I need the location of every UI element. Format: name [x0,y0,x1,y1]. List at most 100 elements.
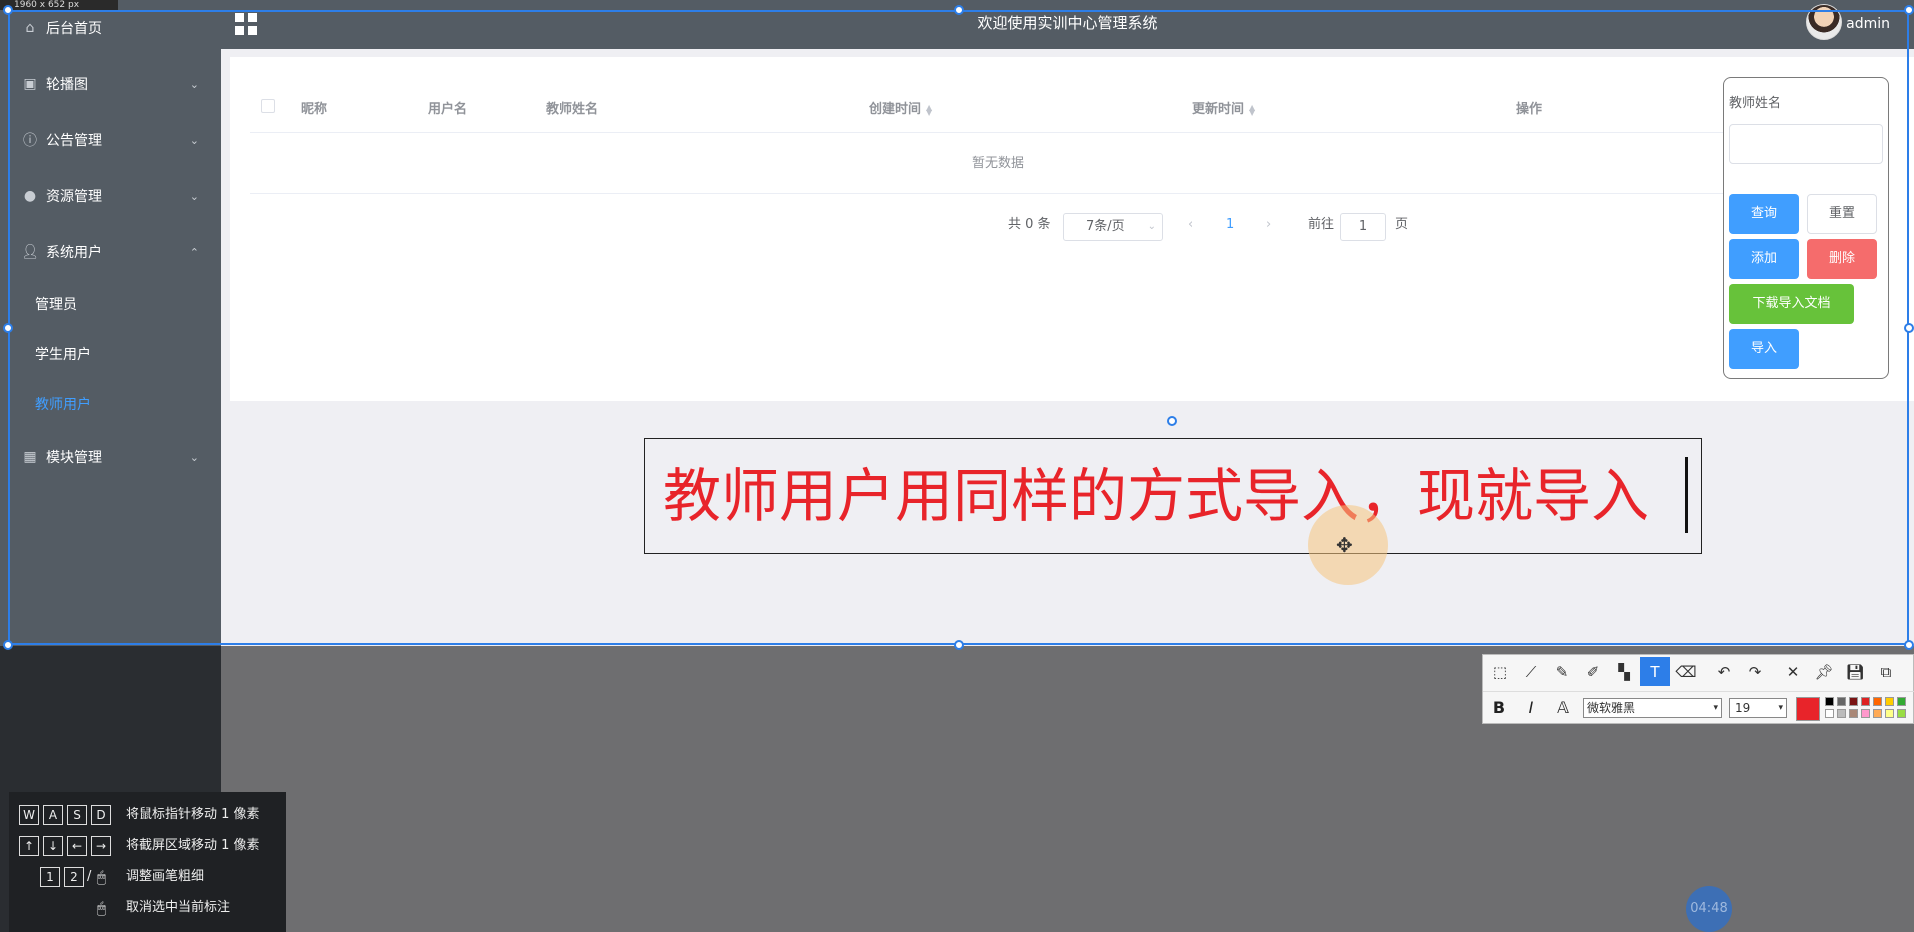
pen-tool-icon[interactable]: ✎ [1547,657,1577,686]
color-swatch[interactable] [1825,709,1834,718]
resize-handle[interactable] [1904,323,1914,333]
resize-handle[interactable] [3,323,13,333]
help-label: 调整画笔粗细 [126,869,205,884]
undo-icon[interactable]: ↶ [1709,657,1739,686]
page-title: 欢迎使用实训中心管理系统 [977,14,1158,32]
rotate-handle[interactable] [1167,416,1177,426]
sidebar-item-label: 后台首页 [46,21,102,37]
import-button[interactable]: 导入 [1729,329,1799,369]
text-annotation-box[interactable]: 教师用户用同样的方式导入，现就导入 [644,438,1702,554]
select-all-checkbox[interactable] [261,99,275,113]
sidebar-item-resource[interactable]: ● 资源管理 ⌄ [0,168,221,224]
image-icon: ▣ [23,76,37,92]
user-icon: 👤︎ [21,244,39,260]
key-cap: 2 [64,867,84,887]
chevron-down-icon: ⌄ [189,78,199,91]
sidebar-item-label: 系统用户 [46,245,102,261]
color-swatch[interactable] [1849,697,1858,706]
query-button[interactable]: 查询 [1729,194,1799,234]
chevron-down-icon: ⌄ [1147,221,1156,232]
highlighter-tool-icon[interactable]: ✐ [1578,657,1608,686]
resize-handle[interactable] [3,640,13,650]
eraser-tool-icon[interactable]: ⌫ [1671,657,1701,686]
page-size-select[interactable]: 7条/页 ⌄ [1063,213,1163,241]
close-icon[interactable]: ✕ [1778,657,1808,686]
page-number[interactable]: 1 [1226,210,1234,240]
text-format-row: B I 𝔸 微软雅黑 ▾ 19 ▾ [1483,691,1914,723]
chevron-down-icon: ⌄ [189,134,199,147]
resize-handle[interactable] [3,5,13,15]
sidebar-subitem-admin[interactable]: 管理员 [0,279,221,329]
download-template-button[interactable]: 下载导入文档 [1729,284,1854,324]
current-color-swatch[interactable] [1796,697,1820,721]
sidebar-subitem-student[interactable]: 学生用户 [0,329,221,379]
color-swatch[interactable] [1885,697,1894,706]
sort-icon[interactable]: ▲ ▼ [1249,103,1255,116]
help-label: 取消选中当前标注 [126,900,231,915]
sidebar-subitem-teacher[interactable]: 教师用户 [0,379,221,429]
resize-handle[interactable] [954,640,964,650]
resize-handle[interactable] [1904,640,1914,650]
color-swatch[interactable] [1873,697,1882,706]
copy-icon[interactable]: ⧉ [1871,657,1901,686]
move-cursor-icon: ✥ [1336,533,1353,557]
pin-icon[interactable]: 📌︎ [1809,657,1839,686]
resize-handle[interactable] [1904,5,1914,15]
resize-handle[interactable] [954,5,964,15]
font-family-select[interactable]: 微软雅黑 ▾ [1583,698,1722,718]
sidebar-item-system-users[interactable]: 👤︎ 系统用户 ⌃ [0,224,221,280]
help-label: 将截屏区域移动 1 像素 [126,838,260,853]
sidebar-item-carousel[interactable]: ▣ 轮播图 ⌄ [0,56,221,112]
mosaic-tool-icon[interactable]: ▚ [1609,657,1639,686]
color-swatch[interactable] [1897,709,1906,718]
recording-timer[interactable]: 04:48 [1686,886,1732,932]
save-icon[interactable]: 💾︎ [1840,657,1870,686]
prev-page-icon[interactable]: ‹ [1188,210,1193,240]
sort-icon[interactable]: ▲ ▼ [926,103,932,116]
sidebar-subitem-label: 教师用户 [35,397,91,413]
next-page-icon[interactable]: › [1266,210,1271,240]
reset-button[interactable]: 重置 [1807,194,1877,234]
color-swatch[interactable] [1873,709,1882,718]
top-header: 欢迎使用实训中心管理系统 admin [221,0,1914,49]
dropdown-arrow-icon: ▾ [1713,703,1718,713]
outline-text-icon[interactable]: 𝔸 [1551,696,1575,720]
color-swatch[interactable] [1861,709,1870,718]
key-cap: W [19,805,39,825]
key-cap: ↑ [19,836,39,856]
key-cap: A [43,805,63,825]
column-header-sortable[interactable]: 创建时间 ▲ ▼ [869,87,932,133]
line-tool-icon[interactable]: ⟋ [1516,657,1546,686]
username[interactable]: admin [1846,0,1890,49]
teacher-name-input[interactable] [1729,124,1883,164]
shape-tool-icon[interactable]: ⬚ [1485,657,1515,686]
italic-icon[interactable]: I [1519,696,1543,720]
key-cap: ↓ [43,836,63,856]
goto-page-input[interactable]: 1 [1340,213,1386,241]
goto-label: 前往 [1308,217,1335,232]
avatar[interactable] [1806,4,1842,40]
sidebar-subitem-label: 学生用户 [35,347,91,363]
color-swatch[interactable] [1825,697,1834,706]
redo-icon[interactable]: ↷ [1740,657,1770,686]
bold-icon[interactable]: B [1487,696,1511,720]
sidebar-item-modules[interactable]: ▦ 模块管理 ⌄ [0,429,221,485]
column-header-sortable[interactable]: 更新时间 ▲ ▼ [1192,87,1255,133]
color-swatch[interactable] [1837,709,1846,718]
color-swatch[interactable] [1837,697,1846,706]
dropdown-arrow-icon: ▾ [1778,703,1783,713]
text-tool-icon[interactable]: T [1640,657,1670,686]
pagination-total: 共 0 条 [1008,217,1051,232]
help-row: 🖱︎ 取消选中当前标注 [9,898,286,922]
column-header: 用户名 [428,102,468,117]
color-swatch[interactable] [1897,697,1906,706]
color-swatch[interactable] [1885,709,1894,718]
color-swatch[interactable] [1861,697,1870,706]
annotation-text[interactable]: 教师用户用同样的方式导入，现就导入 [663,457,1649,535]
sidebar-item-notice[interactable]: ⓘ 公告管理 ⌄ [0,112,221,168]
help-row: ↑ ↓ ← → 将截屏区域移动 1 像素 [9,836,286,860]
delete-button[interactable]: 删除 [1807,239,1877,279]
font-size-select[interactable]: 19 ▾ [1729,698,1787,718]
color-swatch[interactable] [1849,709,1858,718]
add-button[interactable]: 添加 [1729,239,1799,279]
